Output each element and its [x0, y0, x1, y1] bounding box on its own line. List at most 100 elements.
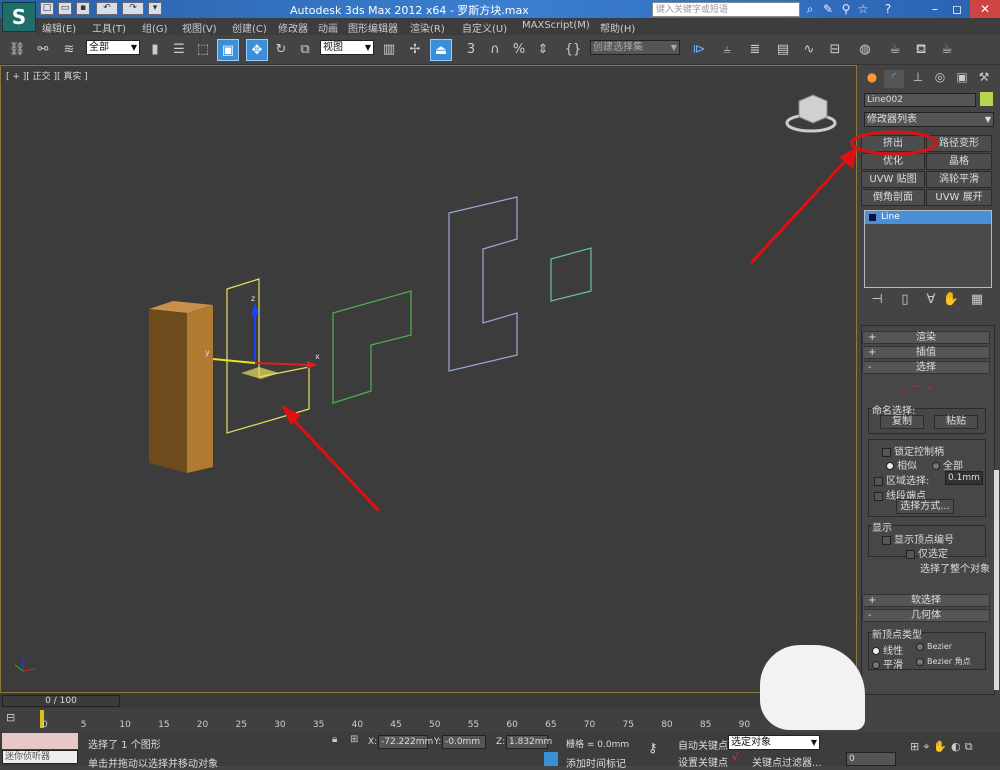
rect-selection-icon[interactable]: ⬚: [192, 39, 214, 61]
close-button[interactable]: ✕: [970, 0, 1000, 18]
save-icon[interactable]: ▪: [76, 2, 90, 15]
area-selection-spinner[interactable]: 0.1mm: [945, 471, 983, 485]
selected-only-checkbox[interactable]: 仅选定: [906, 545, 948, 560]
modify-tab-icon[interactable]: ◜: [884, 70, 904, 88]
key-icon[interactable]: ⚷: [648, 741, 658, 756]
curve-editor-icon[interactable]: ∿: [798, 39, 820, 61]
unlink-icon[interactable]: ⚯: [32, 39, 54, 61]
menu-animation[interactable]: 动画: [318, 20, 338, 35]
mirror-icon[interactable]: ⧐: [688, 39, 710, 61]
scene-explorer-icon[interactable]: ▤: [772, 39, 794, 61]
lock-handles-checkbox[interactable]: 锁定控制柄: [882, 443, 944, 458]
pin-stack-icon[interactable]: ⊣: [866, 292, 888, 308]
select-manipulate-icon[interactable]: ✢: [404, 39, 426, 61]
select-object-icon[interactable]: ▮: [144, 39, 166, 61]
remove-modifier-icon[interactable]: ✋: [940, 292, 962, 308]
current-frame-field[interactable]: 0: [846, 752, 896, 766]
selection-filter-dropdown[interactable]: 全部: [86, 40, 140, 55]
modifier-list-dropdown[interactable]: 修改器列表: [864, 112, 994, 127]
area-selection-checkbox[interactable]: 区域选择:: [874, 472, 929, 487]
smooth-radio[interactable]: 平滑: [872, 656, 903, 671]
wrench-icon[interactable]: ✎: [820, 2, 836, 16]
layer-manager-icon[interactable]: ≣: [744, 39, 766, 61]
undo-icon[interactable]: ↶: [96, 2, 118, 15]
mini-curve-editor-icon[interactable]: ⊟: [6, 711, 15, 724]
search-input[interactable]: 键入关键字或短语: [652, 2, 800, 17]
selected-line-shape[interactable]: [226, 278, 310, 434]
transform-mode-icon[interactable]: ⊞: [350, 734, 358, 745]
rollout-selection[interactable]: - 选择: [862, 361, 990, 374]
menu-edit[interactable]: 编辑(E): [42, 20, 76, 35]
linear-radio[interactable]: 线性: [872, 642, 903, 657]
menu-help[interactable]: 帮助(H): [600, 20, 635, 35]
rollout-rendering[interactable]: + 渲染: [862, 331, 990, 344]
select-by-name-icon[interactable]: ☰: [168, 39, 190, 61]
bezier-corner-radio[interactable]: Bezier 角点: [916, 656, 971, 667]
material-editor-icon[interactable]: ◍: [854, 39, 876, 61]
star-icon[interactable]: ☆: [855, 2, 871, 16]
x-coordinate-field[interactable]: -72.222mm: [378, 735, 433, 749]
bezier-radio[interactable]: Bezier: [916, 642, 952, 651]
menu-rendering[interactable]: 渲染(R): [410, 20, 445, 35]
bevel-profile-button[interactable]: 倒角剖面: [861, 189, 925, 206]
command-panel-scrollbar[interactable]: [994, 470, 999, 690]
rollout-interpolation[interactable]: + 插值: [862, 346, 990, 359]
edit-named-selection-icon[interactable]: {}: [562, 39, 584, 61]
menu-customize[interactable]: 自定义(U): [462, 20, 507, 35]
time-slider[interactable]: 0 / 100: [2, 695, 120, 707]
app-menu-button[interactable]: S: [2, 2, 36, 32]
percent-snap-icon[interactable]: %: [508, 39, 530, 61]
display-tab-icon[interactable]: ▣: [952, 70, 972, 88]
bind-space-warp-icon[interactable]: ≋: [58, 39, 80, 61]
named-selection-dropdown[interactable]: 创建选择集: [590, 40, 680, 55]
show-end-result-icon[interactable]: ▯: [894, 292, 916, 308]
configure-sets-icon[interactable]: ▦: [966, 292, 988, 308]
motion-tab-icon[interactable]: ◎: [930, 70, 950, 88]
set-key-button[interactable]: 设置关键点: [678, 754, 728, 769]
schematic-view-icon[interactable]: ⊟: [824, 39, 846, 61]
viewcube[interactable]: [785, 94, 837, 133]
mini-listener[interactable]: 迷你侦听器: [2, 750, 78, 764]
create-tab-icon[interactable]: ●: [862, 70, 882, 88]
menu-modifiers[interactable]: 修改器: [278, 20, 308, 35]
copy-button[interactable]: 复制: [880, 415, 924, 429]
binoculars-icon[interactable]: ⌕: [802, 2, 818, 16]
orange-box[interactable]: [149, 301, 213, 473]
green-square-shape[interactable]: [550, 247, 592, 302]
blue-c-shape[interactable]: [448, 196, 518, 372]
help-icon[interactable]: ?: [880, 2, 896, 16]
time-tag-icon[interactable]: [544, 752, 558, 766]
utilities-tab-icon[interactable]: ⚒: [974, 70, 994, 88]
select-rotate-icon[interactable]: ↻: [270, 39, 292, 61]
alike-radio[interactable]: 相似: [886, 457, 917, 472]
track-bar[interactable]: [0, 708, 770, 732]
new-file-icon[interactable]: □: [40, 2, 54, 15]
viewport-nav-icons[interactable]: ⊞⌖✋◐⧉: [910, 740, 977, 754]
all-radio[interactable]: 全部: [932, 457, 963, 472]
redo-icon[interactable]: ↷: [122, 2, 144, 15]
menu-graph-editors[interactable]: 图形编辑器: [348, 20, 398, 35]
maximize-button[interactable]: ◻: [946, 0, 968, 18]
menu-create[interactable]: 创建(C): [232, 20, 267, 35]
y-coordinate-field[interactable]: -0.0mm: [442, 735, 486, 749]
maxscript-listener-pink[interactable]: [2, 733, 78, 749]
select-by-button[interactable]: 选择方式...: [896, 499, 954, 514]
snap-toggle-icon[interactable]: 3: [460, 39, 482, 61]
pivot-center-icon[interactable]: ▥: [378, 39, 400, 61]
satellite-icon[interactable]: ⚲: [838, 2, 854, 16]
window-crossing-icon[interactable]: ▣: [217, 39, 239, 61]
reference-coordinate-dropdown[interactable]: 视图: [320, 40, 374, 55]
select-move-icon[interactable]: ✥: [246, 39, 268, 61]
keyboard-shortcut-override-icon[interactable]: ⏏: [430, 39, 452, 61]
key-mode-dropdown[interactable]: 选定对象: [728, 735, 820, 750]
lock-selection-icon[interactable]: 🔒︎: [332, 734, 337, 745]
green-l-shape[interactable]: [332, 290, 412, 404]
quick-access-dropdown-icon[interactable]: ▾: [148, 2, 162, 15]
viewport-perspective[interactable]: [ + ][ 正交 ][ 真实 ] x y z: [0, 65, 857, 693]
subobject-level-icons[interactable]: ∴ ⌒ ⌃: [902, 382, 933, 397]
auto-key-button[interactable]: 自动关键点: [678, 737, 728, 752]
paste-button[interactable]: 粘贴: [934, 415, 978, 429]
set-key-icon[interactable]: √: [732, 752, 738, 763]
select-scale-icon[interactable]: ⧉: [294, 39, 316, 61]
angle-snap-icon[interactable]: ∩: [484, 39, 506, 61]
